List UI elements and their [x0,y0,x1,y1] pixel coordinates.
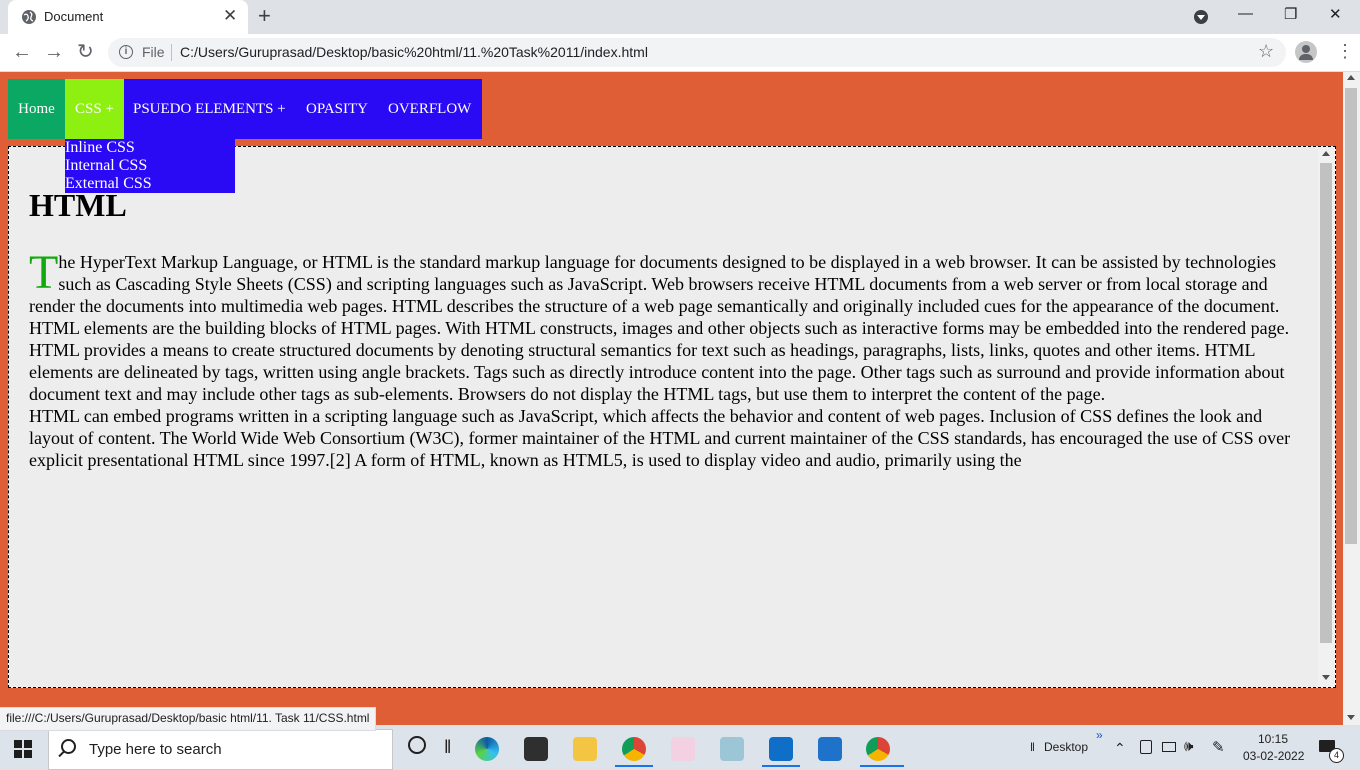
css-dropdown-menu: Inline CSS Internal CSS External CSS [65,139,235,193]
browser-tab[interactable]: Document ✕ [8,0,248,34]
clock-time[interactable]: 10:15 [1258,732,1288,746]
windows-start-icon[interactable] [14,740,32,758]
cortana-icon[interactable] [408,736,426,754]
content-scrollbar[interactable] [1318,147,1335,687]
address-bar[interactable]: i File C:/Users/Guruprasad/Desktop/basic… [108,38,1286,67]
tab-close-icon[interactable]: ✕ [223,6,237,26]
chrome-icon[interactable] [622,737,646,761]
vscode-icon[interactable] [769,737,793,761]
article-text: The HyperText Markup Language, or HTML i… [29,246,1295,471]
tray-separator: ‖ [1030,740,1035,754]
notepad-icon[interactable] [720,737,744,761]
edge-icon[interactable] [475,737,499,761]
browser-tab-strip: Document ✕ + — ❐ ✕ [0,0,1360,34]
chrome-focused-indicator [860,765,904,767]
paragraph-2: HTML can embed programs written in a scr… [29,406,1291,470]
nav-pseudo-elements[interactable]: PSUEDO ELEMENTS + [133,79,286,139]
info-icon[interactable]: i [119,45,133,59]
scroll-up-arrow-icon[interactable] [1322,151,1330,156]
dropdown-item-internal-css[interactable]: Internal CSS [65,157,235,175]
task-view-icon[interactable]: ‖ [444,737,451,758]
new-tab-button[interactable]: + [258,4,271,28]
search-icon [61,739,76,754]
forward-button[interactable]: → [44,42,64,62]
meet-now-icon[interactable] [1140,740,1152,754]
dropdown-item-external-css[interactable]: External CSS [65,175,235,193]
page-viewport: Home CSS + PSUEDO ELEMENTS + OPASITY OVE… [0,72,1343,725]
bookmark-star-icon[interactable]: ☆ [1258,41,1274,62]
pen-icon[interactable]: ✎ [1212,738,1225,756]
nav-css[interactable]: CSS + [65,79,124,139]
url-text[interactable]: C:/Users/Guruprasad/Desktop/basic%20html… [180,44,648,60]
profile-avatar-icon[interactable] [1295,41,1317,63]
notification-count-badge: 4 [1329,748,1344,763]
snipping-tool-icon[interactable] [671,737,695,761]
paragraph-1: he HyperText Markup Language, or HTML is… [29,252,1290,404]
nav-home[interactable]: Home [8,79,65,139]
page-scroll-thumb[interactable] [1345,88,1357,544]
nav-overflow[interactable]: OVERFLOW [388,79,471,139]
battery-icon[interactable] [1162,742,1176,752]
scroll-down-arrow-icon[interactable] [1322,675,1330,680]
address-separator [171,44,172,61]
show-hidden-icons-icon[interactable]: ⌃ [1114,740,1126,757]
minimize-button[interactable]: — [1238,5,1253,22]
file-explorer-icon[interactable] [573,737,597,761]
search-placeholder: Type here to search [89,741,222,758]
taskbar-search-box[interactable]: Type here to search [48,729,393,770]
clock-date[interactable]: 03-02-2022 [1243,749,1304,763]
photos-icon[interactable] [818,737,842,761]
vscode-active-indicator [762,765,800,767]
dropdown-item-inline-css[interactable]: Inline CSS [65,139,235,157]
content-box: HTML The HyperText Markup Language, or H… [8,146,1336,688]
nav-opacity[interactable]: OPASITY [306,79,368,139]
desktop-toolbar-label[interactable]: Desktop [1044,740,1088,754]
store-icon[interactable] [524,737,548,761]
tab-title: Document [44,9,104,24]
reload-button[interactable]: ↻ [77,42,94,62]
close-window-button[interactable]: ✕ [1329,5,1342,23]
chrome-window-icon[interactable] [866,737,890,761]
page-scroll-down-icon[interactable] [1347,715,1355,720]
browser-toolbar: ← → ↻ i File C:/Users/Guruprasad/Desktop… [0,34,1360,72]
globe-icon [22,10,36,24]
tab-search-icon[interactable] [1194,10,1208,24]
page-scrollbar[interactable] [1343,72,1360,725]
windows-taskbar: Type here to search ‖ ‖ Desktop » ⌃ 🕪 ✎ … [0,728,1360,770]
scroll-thumb[interactable] [1320,163,1332,643]
file-label: File [142,44,165,60]
volume-icon[interactable]: 🕪 [1184,738,1193,755]
chrome-active-indicator [615,765,653,767]
page-scroll-up-icon[interactable] [1347,75,1355,80]
drop-cap-letter: T [29,246,59,299]
back-button[interactable]: ← [12,42,32,62]
browser-menu-icon[interactable]: ⋮ [1336,42,1354,60]
top-nav-bar: Home CSS + PSUEDO ELEMENTS + OPASITY OVE… [8,79,482,139]
chevron-icon[interactable]: » [1096,728,1103,742]
status-link-preview: file:///C:/Users/Guruprasad/Desktop/basi… [0,707,377,731]
restore-button[interactable]: ❐ [1284,5,1297,23]
